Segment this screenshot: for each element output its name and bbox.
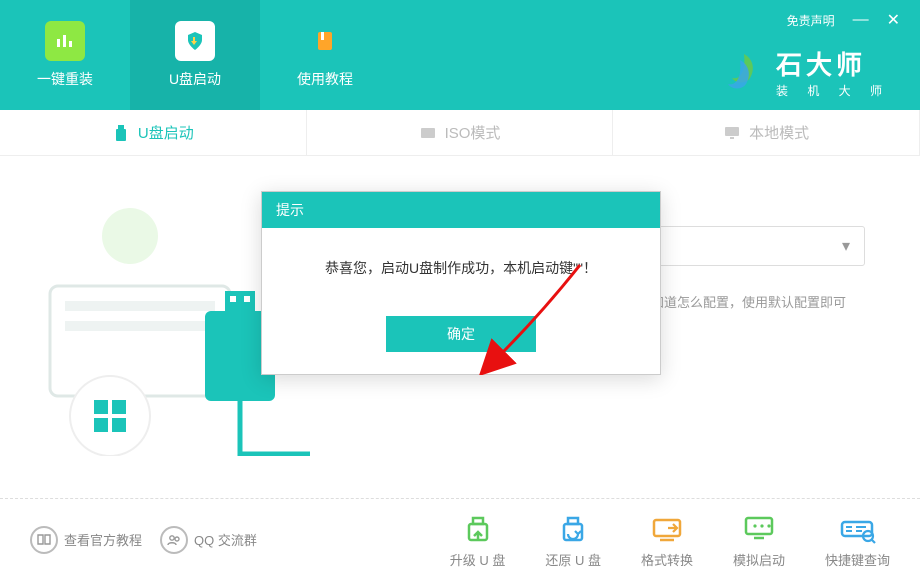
tool-label: 格式转换 [641, 550, 693, 569]
footer-link-label: QQ 交流群 [194, 530, 257, 549]
tool-label: 还原 U 盘 [545, 550, 601, 569]
subtab-label: ISO模式 [445, 122, 501, 143]
window-controls: 免责声明 — ✕ [787, 10, 900, 30]
subtab-label: U盘启动 [138, 122, 194, 143]
chevron-down-icon: ▾ [842, 236, 850, 256]
success-dialog: 提示 恭喜您，启动U盘制作成功，本机启动键""！ 确定 [261, 191, 661, 375]
brand: 石大师 装 机 大 师 [722, 45, 890, 99]
tool-hotkey-lookup[interactable]: 快捷键查询 [825, 510, 890, 569]
brand-logo-icon [722, 50, 766, 94]
minimize-button[interactable]: — [853, 11, 869, 29]
ok-button[interactable]: 确定 [386, 316, 536, 352]
tool-label: 快捷键查询 [825, 550, 890, 569]
close-button[interactable]: ✕ [887, 10, 900, 30]
tool-label: 升级 U 盘 [450, 550, 506, 569]
monitor-icon [723, 124, 741, 142]
tool-simulate-boot[interactable]: 模拟启动 [733, 510, 785, 569]
tool-format-convert[interactable]: 格式转换 [641, 510, 693, 569]
footer: 查看官方教程 QQ 交流群 升级 U 盘 还原 U 盘 格式转换 模拟启动 快捷键查询 [0, 498, 920, 580]
brand-title: 石大师 [776, 45, 890, 82]
tool-icon [459, 510, 497, 544]
subtab-iso[interactable]: ISO模式 [307, 110, 614, 155]
tool-upgrade-usb[interactable]: 升级 U 盘 [450, 510, 506, 569]
nav-tab-label: U盘启动 [169, 69, 221, 89]
users-icon [160, 526, 188, 554]
book-icon [305, 21, 345, 61]
header: 一键重装 U盘启动 使用教程 免责声明 — ✕ 石大师 装 机 大 师 [0, 0, 920, 110]
dialog-title: 提示 [262, 192, 660, 228]
footer-link-label: 查看官方教程 [64, 530, 142, 549]
qq-group-link[interactable]: QQ 交流群 [160, 526, 257, 554]
usb-shield-icon [175, 21, 215, 61]
tool-icon [740, 510, 778, 544]
dialog-message: 恭喜您，启动U盘制作成功，本机启动键""！ [262, 228, 660, 298]
subtab-local[interactable]: 本地模式 [613, 110, 920, 155]
bar-chart-icon [45, 21, 85, 61]
nav-tab-usb-boot[interactable]: U盘启动 [130, 0, 260, 110]
tool-icon [554, 510, 592, 544]
subtab-usb-boot[interactable]: U盘启动 [0, 110, 307, 155]
official-tutorial-link[interactable]: 查看官方教程 [30, 526, 142, 554]
book-open-icon [30, 526, 58, 554]
tool-restore-usb[interactable]: 还原 U 盘 [545, 510, 601, 569]
nav-tab-label: 一键重装 [37, 69, 93, 89]
nav-tab-reinstall[interactable]: 一键重装 [0, 0, 130, 110]
usb-icon [112, 124, 130, 142]
brand-subtitle: 装 机 大 师 [776, 82, 890, 99]
tool-label: 模拟启动 [733, 550, 785, 569]
nav-tab-tutorial[interactable]: 使用教程 [260, 0, 390, 110]
tool-icon [648, 510, 686, 544]
iso-icon [419, 124, 437, 142]
tool-icon [838, 510, 876, 544]
nav-tab-label: 使用教程 [297, 69, 353, 89]
disclaimer-link[interactable]: 免责声明 [787, 12, 835, 29]
subtab-label: 本地模式 [749, 122, 809, 143]
subtabs: U盘启动 ISO模式 本地模式 [0, 110, 920, 156]
